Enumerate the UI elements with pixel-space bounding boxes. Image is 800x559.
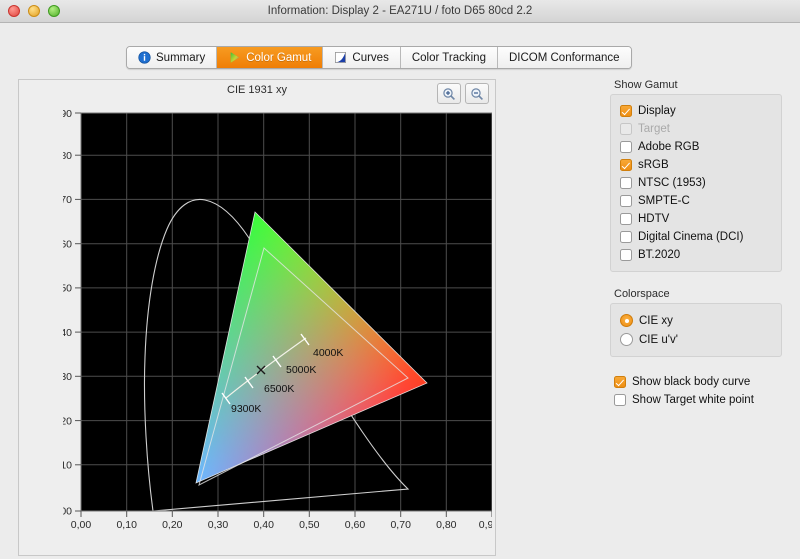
x-tick-070: 0,70 bbox=[390, 519, 411, 531]
y-tick-000: 0,00 bbox=[63, 506, 72, 518]
x-tick-040: 0,40 bbox=[253, 519, 274, 531]
colorspace-label-cie-xy: CIE xy bbox=[639, 315, 673, 327]
y-axis: 0,90 0,80 0,70 0,60 0,50 0,40 0,30 0,20 … bbox=[63, 108, 81, 518]
title-bar: Information: Display 2 - EA271U / foto D… bbox=[0, 0, 800, 23]
label-4000k: 4000K bbox=[313, 347, 343, 359]
option-show-black-body-curve[interactable]: Show black body curve bbox=[614, 373, 782, 391]
gamut-item-bt2020[interactable]: BT.2020 bbox=[620, 246, 772, 264]
tab-bar: Summary Color Gamut bbox=[126, 46, 632, 69]
tab-color-gamut[interactable]: Color Gamut bbox=[217, 47, 323, 68]
tab-color-tracking-label: Color Tracking bbox=[412, 52, 486, 64]
checkbox-hdtv[interactable] bbox=[620, 213, 632, 225]
gamut-item-display[interactable]: Display bbox=[620, 102, 772, 120]
colorspace-group: CIE xy CIE u'v' bbox=[610, 303, 782, 357]
tab-dicom-conformance[interactable]: DICOM Conformance bbox=[498, 47, 631, 68]
gamut-label-bt2020: BT.2020 bbox=[638, 249, 680, 261]
info-icon bbox=[138, 51, 151, 64]
cie-diagram[interactable]: 4000K 5000K 6500K 9300K bbox=[63, 107, 492, 532]
zoom-out-button[interactable] bbox=[465, 83, 489, 104]
checkbox-display[interactable] bbox=[620, 105, 632, 117]
gamut-label-hdtv: HDTV bbox=[638, 213, 669, 225]
label-show-target-white-point: Show Target white point bbox=[632, 394, 754, 406]
zoom-out-icon bbox=[470, 87, 484, 101]
zoom-in-button[interactable] bbox=[437, 83, 461, 104]
x-tick-010: 0,10 bbox=[116, 519, 137, 531]
gamut-item-smpte-c[interactable]: SMPTE-C bbox=[620, 192, 772, 210]
gamut-label-dci: Digital Cinema (DCI) bbox=[638, 231, 743, 243]
label-6500k: 6500K bbox=[264, 383, 294, 395]
y-tick-020: 0,20 bbox=[63, 415, 72, 427]
x-tick-060: 0,60 bbox=[345, 519, 366, 531]
option-show-target-white-point[interactable]: Show Target white point bbox=[614, 391, 782, 409]
gamut-item-srgb[interactable]: sRGB bbox=[620, 156, 772, 174]
y-tick-040: 0,40 bbox=[63, 327, 72, 339]
gamut-label-adobe-rgb: Adobe RGB bbox=[638, 141, 699, 153]
checkbox-target bbox=[620, 123, 632, 135]
cie-plot-svg: 4000K 5000K 6500K 9300K bbox=[63, 107, 492, 532]
checkbox-smpte-c[interactable] bbox=[620, 195, 632, 207]
tab-curves-label: Curves bbox=[352, 52, 388, 64]
checkbox-srgb[interactable] bbox=[620, 159, 632, 171]
y-tick-070: 0,70 bbox=[63, 194, 72, 206]
gamut-label-srgb: sRGB bbox=[638, 159, 669, 171]
gamut-item-dci[interactable]: Digital Cinema (DCI) bbox=[620, 228, 772, 246]
gamut-item-target: Target bbox=[620, 120, 772, 138]
y-tick-030: 0,30 bbox=[63, 371, 72, 383]
checkbox-ntsc[interactable] bbox=[620, 177, 632, 189]
show-gamut-label: Show Gamut bbox=[614, 79, 782, 91]
checkbox-show-target-white-point[interactable] bbox=[614, 394, 626, 406]
y-tick-080: 0,80 bbox=[63, 150, 72, 162]
curves-icon bbox=[334, 51, 347, 64]
y-tick-060: 0,60 bbox=[63, 239, 72, 251]
colorspace-option-cie-xy[interactable]: CIE xy bbox=[620, 311, 772, 330]
gamut-label-smpte-c: SMPTE-C bbox=[638, 195, 690, 207]
tab-color-tracking[interactable]: Color Tracking bbox=[401, 47, 498, 68]
x-tick-050: 0,50 bbox=[299, 519, 320, 531]
x-tick-080: 0,80 bbox=[436, 519, 457, 531]
tab-summary-label: Summary bbox=[156, 52, 205, 64]
checkbox-adobe-rgb[interactable] bbox=[620, 141, 632, 153]
app-window: Information: Display 2 - EA271U / foto D… bbox=[0, 0, 800, 559]
gamut-label-ntsc: NTSC (1953) bbox=[638, 177, 706, 189]
label-show-black-body-curve: Show black body curve bbox=[632, 376, 750, 388]
radio-cie-xy[interactable] bbox=[620, 314, 633, 327]
x-axis: 0,00 0,10 0,20 0,30 0,40 0,50 0,60 0,70 … bbox=[71, 511, 492, 531]
gamut-item-ntsc[interactable]: NTSC (1953) bbox=[620, 174, 772, 192]
chart-zoom-controls bbox=[437, 83, 489, 104]
checkbox-bt2020[interactable] bbox=[620, 249, 632, 261]
checkbox-dci[interactable] bbox=[620, 231, 632, 243]
colorspace-option-cie-uv[interactable]: CIE u'v' bbox=[620, 330, 772, 349]
colorspace-label-cie-uv: CIE u'v' bbox=[639, 334, 678, 346]
radio-cie-uv[interactable] bbox=[620, 333, 633, 346]
label-5000k: 5000K bbox=[286, 364, 316, 376]
options-sidebar: Show Gamut Display Target Adobe RGB sRGB bbox=[610, 79, 782, 409]
tab-summary[interactable]: Summary bbox=[127, 47, 217, 68]
show-gamut-group: Display Target Adobe RGB sRGB NTSC (1953 bbox=[610, 94, 782, 272]
chart-title: CIE 1931 xy bbox=[19, 84, 495, 96]
x-tick-090: 0,90 bbox=[479, 519, 492, 531]
tab-curves[interactable]: Curves bbox=[323, 47, 400, 68]
gamut-label-target: Target bbox=[638, 123, 670, 135]
window-content: Summary Color Gamut bbox=[0, 23, 800, 559]
y-tick-090: 0,90 bbox=[63, 108, 72, 120]
x-tick-000: 0,00 bbox=[71, 519, 92, 531]
zoom-in-icon bbox=[442, 87, 456, 101]
y-tick-010: 0,10 bbox=[63, 460, 72, 472]
tab-color-gamut-label: Color Gamut bbox=[246, 52, 311, 64]
x-tick-020: 0,20 bbox=[162, 519, 183, 531]
gamut-item-adobe-rgb[interactable]: Adobe RGB bbox=[620, 138, 772, 156]
gamut-item-hdtv[interactable]: HDTV bbox=[620, 210, 772, 228]
gamut-label-display: Display bbox=[638, 105, 676, 117]
label-9300k: 9300K bbox=[231, 403, 261, 415]
checkbox-show-black-body-curve[interactable] bbox=[614, 376, 626, 388]
tab-dicom-conformance-label: DICOM Conformance bbox=[509, 52, 620, 64]
window-title: Information: Display 2 - EA271U / foto D… bbox=[0, 0, 800, 22]
y-tick-050: 0,50 bbox=[63, 283, 72, 295]
color-gamut-icon bbox=[228, 51, 241, 64]
x-tick-030: 0,30 bbox=[208, 519, 229, 531]
colorspace-label: Colorspace bbox=[614, 288, 782, 300]
chart-panel: CIE 1931 xy bbox=[18, 79, 496, 556]
